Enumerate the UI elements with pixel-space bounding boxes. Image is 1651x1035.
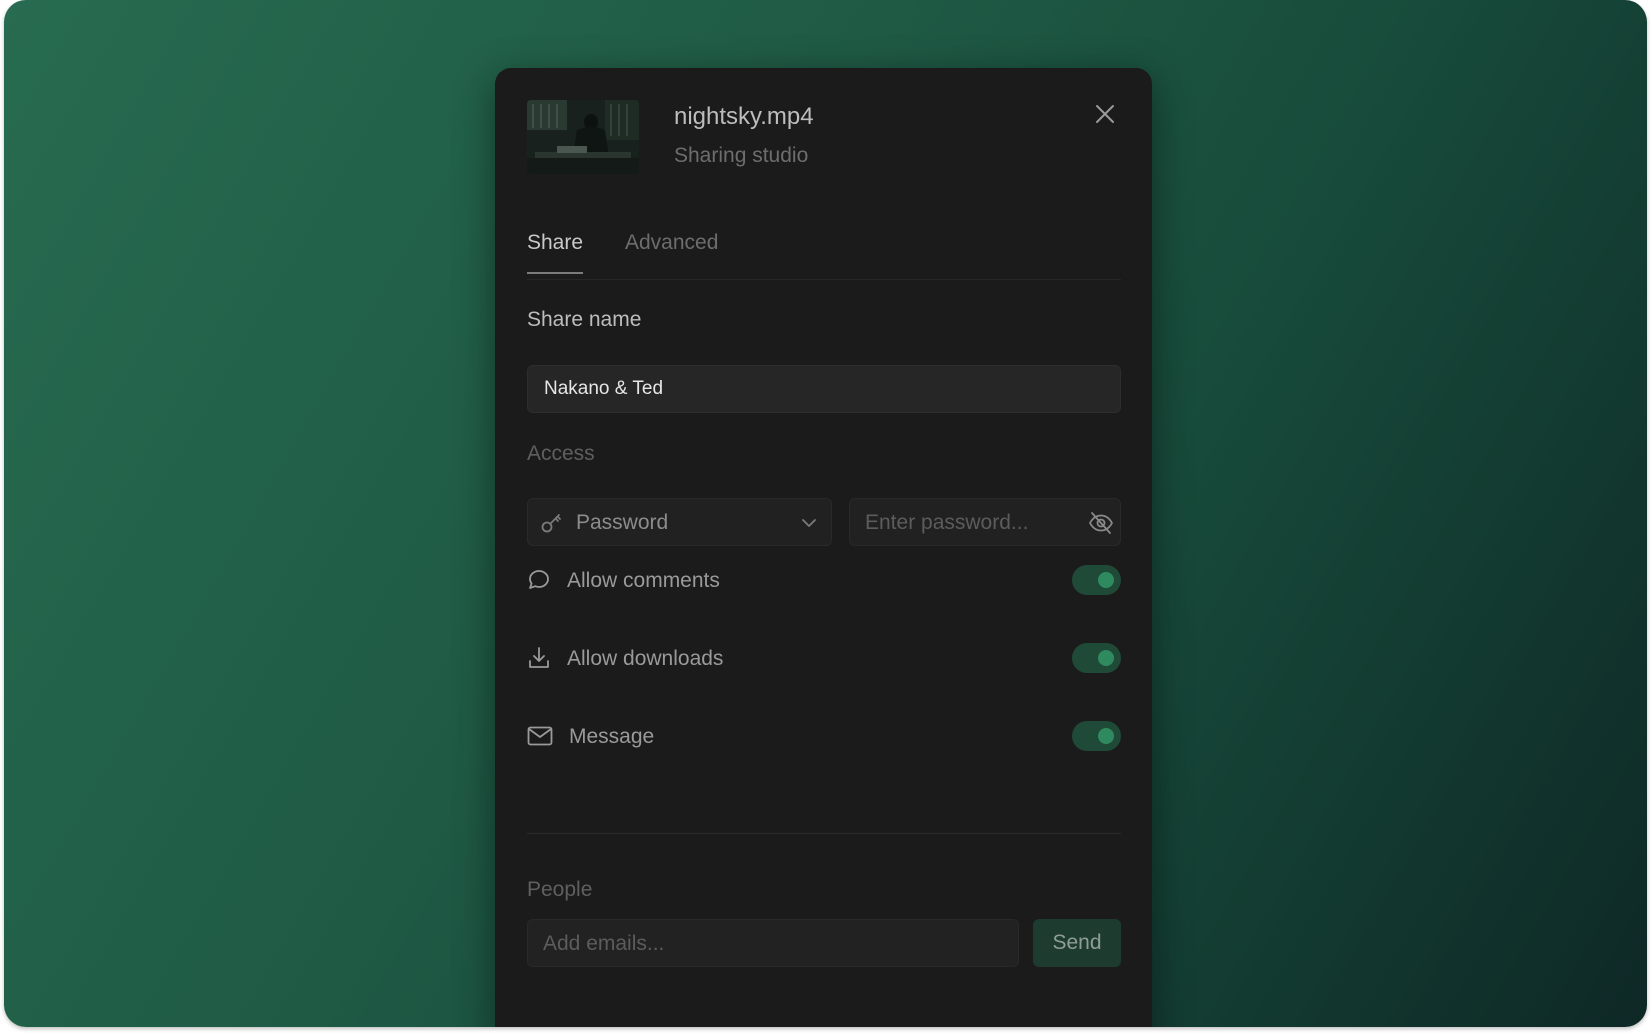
share-name-label: Share name bbox=[527, 308, 642, 331]
share-name-value: Nakano & Ted bbox=[544, 378, 664, 399]
chevron-down-icon bbox=[799, 513, 819, 538]
close-icon bbox=[1096, 105, 1114, 123]
file-subtitle: Sharing studio bbox=[674, 144, 809, 167]
allow-comments-toggle[interactable] bbox=[1072, 565, 1121, 595]
option-row-downloads: Allow downloads bbox=[527, 643, 1121, 675]
option-label-downloads: Allow downloads bbox=[567, 647, 724, 670]
password-placeholder: Enter password... bbox=[865, 511, 1029, 534]
section-divider bbox=[527, 833, 1121, 834]
mail-icon bbox=[527, 724, 553, 753]
key-icon bbox=[540, 511, 564, 540]
download-icon bbox=[527, 646, 551, 675]
toggle-knob bbox=[1098, 572, 1114, 588]
access-select-value: Password bbox=[576, 511, 669, 534]
allow-downloads-toggle[interactable] bbox=[1072, 643, 1121, 673]
background-frame: nightsky.mp4 Sharing studio Share Advanc… bbox=[4, 0, 1647, 1027]
password-input[interactable]: Enter password... bbox=[849, 498, 1121, 546]
send-button[interactable]: Send bbox=[1033, 919, 1121, 967]
tab-advanced[interactable]: Advanced bbox=[625, 231, 718, 272]
share-dialog: nightsky.mp4 Sharing studio Share Advanc… bbox=[495, 68, 1152, 1027]
option-row-message: Message bbox=[527, 721, 1121, 753]
comment-icon bbox=[527, 568, 551, 597]
email-input[interactable]: Add emails... bbox=[527, 919, 1019, 967]
close-button[interactable] bbox=[1093, 102, 1117, 126]
tab-bar: Share Advanced bbox=[527, 231, 1121, 280]
email-placeholder: Add emails... bbox=[543, 932, 665, 955]
eye-off-icon[interactable] bbox=[1088, 511, 1114, 540]
toggle-knob bbox=[1098, 650, 1114, 666]
option-row-comments: Allow comments bbox=[527, 565, 1121, 597]
video-thumbnail bbox=[527, 100, 639, 174]
access-select[interactable]: Password bbox=[527, 498, 832, 546]
option-label-comments: Allow comments bbox=[567, 569, 720, 592]
share-name-input[interactable]: Nakano & Ted bbox=[527, 365, 1121, 413]
message-toggle[interactable] bbox=[1072, 721, 1121, 751]
toggle-knob bbox=[1098, 728, 1114, 744]
option-label-message: Message bbox=[569, 725, 655, 748]
file-title: nightsky.mp4 bbox=[674, 103, 814, 130]
people-label: People bbox=[527, 878, 593, 901]
tab-share[interactable]: Share bbox=[527, 231, 584, 274]
access-label: Access bbox=[527, 442, 595, 465]
